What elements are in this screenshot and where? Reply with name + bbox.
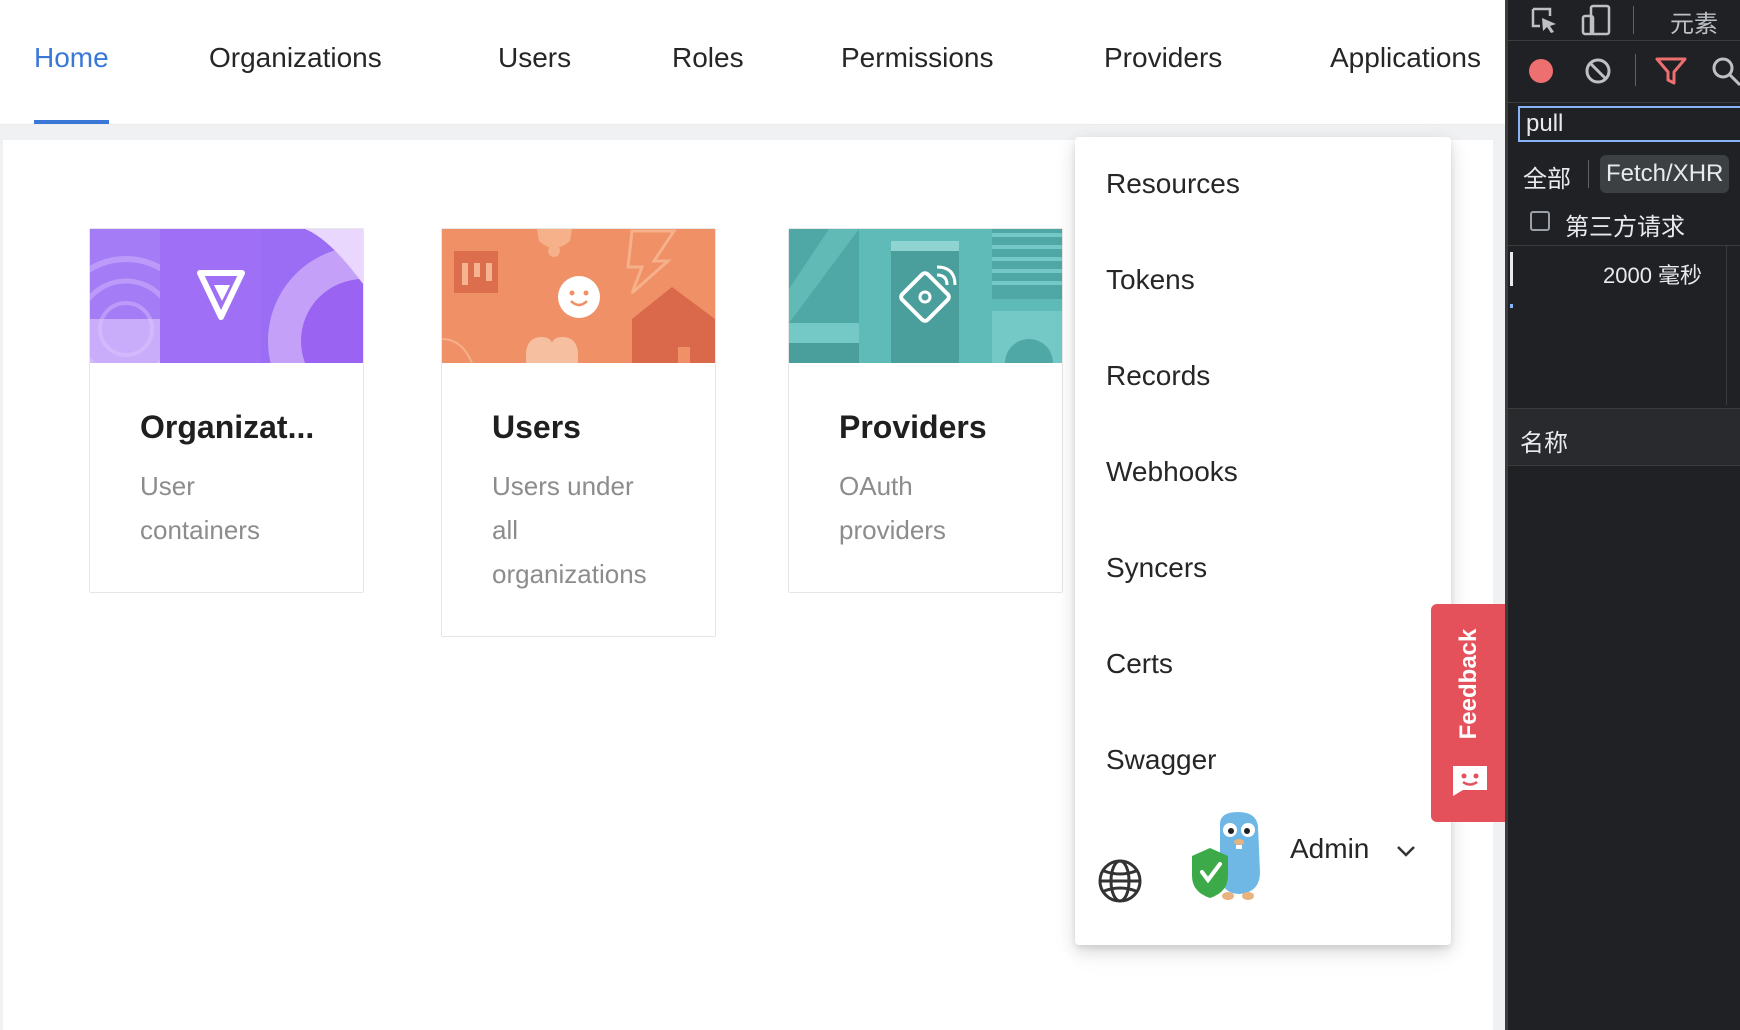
devtools-panel: 元素 全部 Fetch/XHR J 第三方请求 2000 毫秒 名称	[1505, 0, 1740, 1030]
overview-request-marker	[1510, 304, 1513, 308]
menu-item-syncers[interactable]: Syncers	[1106, 548, 1207, 588]
feedback-label: Feedback	[1455, 628, 1482, 740]
overview-time-label: 2000 毫秒	[1603, 263, 1703, 288]
users-illustration	[442, 229, 715, 363]
nav-item-applications[interactable]: Applications	[1330, 0, 1481, 124]
menu-item-webhooks[interactable]: Webhooks	[1106, 452, 1238, 492]
device-toolbar-icon[interactable]	[1581, 4, 1611, 36]
nav-item-roles[interactable]: Roles	[672, 0, 744, 124]
card-description-line: OAuth	[839, 471, 913, 501]
user-name[interactable]: Admin	[1290, 833, 1369, 865]
card-description-line: User	[140, 471, 195, 501]
column-header-name[interactable]: 名称	[1520, 423, 1568, 458]
nav-item-organizations[interactable]: Organizations	[209, 0, 382, 124]
card-description-line: organizations	[492, 559, 647, 589]
third-party-label: 第三方请求	[1565, 214, 1685, 241]
top-navigation: Home Organizations Users Roles Permissio…	[0, 0, 1630, 125]
organizations-illustration	[90, 229, 363, 363]
record-icon[interactable]	[1526, 56, 1556, 86]
globe-icon[interactable]	[1096, 857, 1144, 905]
menu-item-tokens[interactable]: Tokens	[1106, 260, 1195, 300]
overview-top-border	[1508, 245, 1740, 246]
card-description: OAuth providers	[839, 464, 1012, 552]
card-description-line: all	[492, 515, 519, 545]
nav-item-providers[interactable]: Providers	[1104, 0, 1222, 124]
filter-type-divider	[1588, 160, 1589, 188]
chevron-down-icon[interactable]	[1395, 840, 1417, 862]
card-organizations[interactable]: Organizat... User containers	[89, 228, 364, 593]
nav-item-users[interactable]: Users	[498, 0, 571, 124]
filter-type-fetch-xhr[interactable]: Fetch/XHR	[1600, 155, 1730, 193]
card-title: Providers	[839, 409, 987, 445]
filter-icon[interactable]	[1655, 56, 1687, 86]
clear-icon[interactable]	[1583, 56, 1613, 86]
card-providers[interactable]: Providers OAuth providers	[788, 228, 1063, 593]
avatar[interactable]	[1190, 812, 1270, 902]
card-description: Users under all organizations	[492, 464, 665, 596]
overview-grid-line	[1726, 245, 1727, 405]
providers-illustration	[789, 229, 1062, 363]
menu-item-records[interactable]: Records	[1106, 356, 1210, 396]
app-window: Home Organizations Users Roles Permissio…	[0, 0, 1630, 1030]
menu-item-certs[interactable]: Certs	[1106, 644, 1173, 684]
nav-item-permissions[interactable]: Permissions	[841, 0, 993, 124]
more-dropdown-menu: Resources Tokens Records Webhooks Syncer…	[1075, 137, 1451, 945]
tab-elements[interactable]: 元素	[1670, 4, 1718, 39]
card-description-line: Users under	[492, 471, 634, 501]
search-icon[interactable]	[1711, 56, 1740, 86]
third-party-checkbox[interactable]	[1530, 211, 1550, 231]
request-table-header: 名称	[1508, 408, 1740, 466]
card-title: Users	[492, 409, 581, 445]
chat-face-icon	[1453, 766, 1487, 796]
feedback-button[interactable]: Feedback	[1431, 604, 1507, 822]
menu-item-swagger[interactable]: Swagger	[1106, 740, 1217, 780]
card-users[interactable]: Users Users under all organizations	[441, 228, 716, 637]
menu-item-resources[interactable]: Resources	[1106, 164, 1240, 204]
overview-timeline-bar	[1510, 252, 1513, 286]
devtools-toolbar: 元素	[1508, 0, 1740, 41]
inspect-element-icon[interactable]	[1530, 6, 1558, 34]
toolbar-divider	[1633, 6, 1634, 34]
card-description-line: containers	[140, 515, 260, 545]
nav-item-home[interactable]: Home	[34, 0, 109, 124]
card-description: User containers	[140, 464, 313, 552]
filter-type-all[interactable]: 全部	[1523, 159, 1571, 194]
network-toolbar	[1508, 40, 1740, 103]
card-title: Organizat...	[140, 409, 315, 445]
card-description-line: providers	[839, 515, 946, 545]
toolbar-divider	[1635, 54, 1636, 86]
network-filter-input[interactable]	[1518, 106, 1740, 142]
